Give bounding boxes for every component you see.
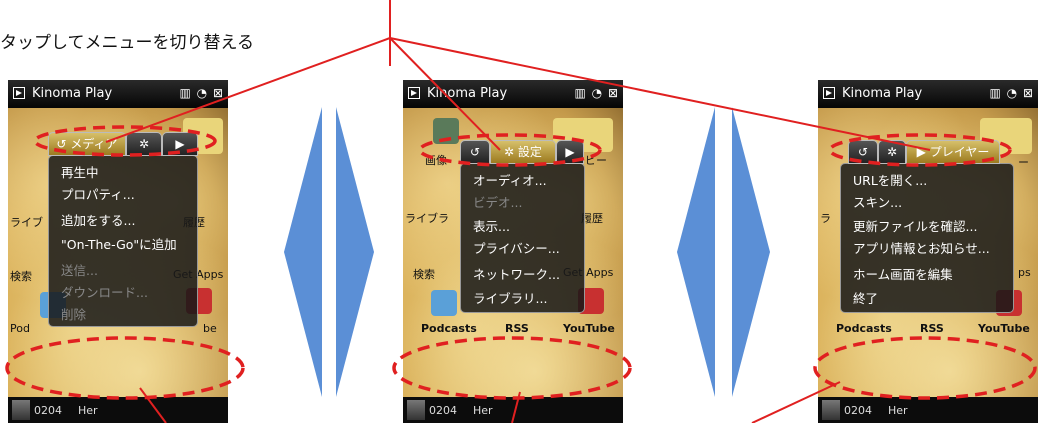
kinoma-logo-icon	[13, 87, 25, 99]
bg-label-youtube: YouTube	[978, 322, 1030, 335]
tab-settings[interactable]: ✲	[878, 140, 906, 164]
playback-time: 0204	[844, 404, 872, 417]
bg-label-podcasts: Podcasts	[836, 322, 892, 335]
player-icon: ▶	[565, 145, 575, 159]
song-title: Her	[888, 404, 908, 417]
menu-tabs: ↺ ✲ 設定 ▶	[460, 140, 585, 164]
bg-label-podcasts: Pod	[10, 322, 30, 335]
bg-label-getapps: ps	[1018, 266, 1031, 279]
song-title: Her	[473, 404, 493, 417]
album-art	[407, 400, 425, 420]
next-arrow-1-icon	[336, 107, 374, 397]
menu-item-properties[interactable]: プロパティ...	[61, 184, 135, 203]
menu-item-skin[interactable]: スキン...	[853, 192, 902, 211]
now-playing-bar[interactable]: 0204 Her	[818, 397, 1038, 423]
bg-label-youtube: YouTube	[563, 322, 615, 335]
player-menu: URLを開く... スキン... 更新ファイルを確認... アプリ情報とお知らせ…	[840, 163, 1014, 313]
title-bar: Kinoma Play ▥ ◔ ⊠	[403, 80, 623, 108]
menu-item-now-playing[interactable]: 再生中	[61, 162, 99, 181]
bg-label-movie: ビー	[585, 154, 607, 167]
gear-icon: ✲	[504, 145, 518, 159]
menu-item-add-on-the-go[interactable]: "On-The-Go"に追加	[61, 234, 177, 253]
status-indicators: ▥ ◔ ⊠	[179, 86, 224, 100]
bg-label-rss: RSS	[920, 322, 944, 335]
bg-label-rss: RSS	[505, 322, 529, 335]
phone-screen-media: Kinoma Play ▥ ◔ ⊠ ライブ 検索 履歴 Get Apps Pod…	[8, 80, 228, 423]
tab-settings[interactable]: ✲ 設定	[490, 140, 556, 164]
podcasts-tile-icon	[431, 290, 457, 316]
app-title: Kinoma Play	[427, 86, 508, 101]
menu-item-video: ビデオ...	[473, 195, 523, 210]
status-indicators: ▥ ◔ ⊠	[574, 86, 619, 100]
media-menu: 再生中 プロパティ... 追加をする... "On-The-Go"に追加 送信.…	[48, 155, 198, 327]
playback-time: 0204	[429, 404, 457, 417]
album-art	[12, 400, 30, 420]
menu-tabs: ↺ ✲ ▶ プレイヤー	[848, 140, 1018, 164]
phone-screen-settings: Kinoma Play ▥ ◔ ⊠ 画像 ビー ライブラ 履歴 検索 Get A…	[403, 80, 623, 423]
settings-menu: オーディオ... ビデオ... 表示... プライバシー... ネットワーク..…	[460, 163, 585, 313]
gear-icon: ✲	[138, 137, 150, 151]
bg-label-youtube: be	[203, 322, 217, 335]
bg-label-live: ライブ	[10, 216, 43, 229]
phone-screen-player: Kinoma Play ▥ ◔ ⊠ ー ラ ps Podcasts RSS Yo…	[818, 80, 1038, 423]
menu-item-app-info[interactable]: アプリ情報とお知らせ...	[853, 238, 990, 257]
menu-item-privacy[interactable]: プライバシー...	[473, 238, 560, 257]
bg-label-photo: 画像	[425, 154, 447, 167]
bg-label-library: ラ	[820, 212, 831, 225]
tab-player[interactable]: ▶	[162, 132, 198, 156]
menu-item-add[interactable]: 追加をする...	[61, 210, 135, 229]
tab-player[interactable]: ▶	[556, 140, 584, 164]
tab-media[interactable]: ↺	[848, 140, 878, 164]
prev-arrow-1-icon	[284, 107, 322, 397]
menu-item-display[interactable]: 表示...	[473, 216, 510, 235]
photo-tile-icon	[433, 118, 459, 144]
player-icon: ▶	[916, 145, 930, 159]
back-icon: ↺	[857, 145, 869, 159]
menu-item-send: 送信...	[61, 263, 98, 278]
menu-item-check-updates[interactable]: 更新ファイルを確認...	[853, 216, 977, 235]
tab-media[interactable]: ↺ メディア	[48, 132, 126, 156]
menu-item-delete: 削除	[61, 307, 87, 322]
song-title: Her	[78, 404, 98, 417]
bg-label-search: 検索	[413, 268, 435, 281]
playback-time: 0204	[34, 404, 62, 417]
prev-arrow-2-icon	[677, 107, 715, 397]
menu-item-download: ダウンロード...	[61, 285, 148, 300]
menu-item-exit[interactable]: 終了	[853, 288, 878, 307]
next-arrow-2-icon	[732, 107, 770, 397]
bg-label-search: 検索	[10, 270, 32, 283]
kinoma-logo-icon	[408, 87, 420, 99]
kinoma-logo-icon	[823, 87, 835, 99]
app-title: Kinoma Play	[32, 86, 113, 101]
menu-item-network[interactable]: ネットワーク...	[473, 264, 560, 283]
menu-item-audio[interactable]: オーディオ...	[473, 170, 547, 189]
player-icon: ▶	[175, 137, 185, 151]
tab-settings[interactable]: ✲	[126, 132, 162, 156]
back-icon: ↺	[469, 145, 481, 159]
now-playing-bar[interactable]: 0204 Her	[403, 397, 623, 423]
menu-item-edit-home[interactable]: ホーム画面を編集	[853, 264, 953, 283]
app-title: Kinoma Play	[842, 86, 923, 101]
caption: タップしてメニューを切り替える	[0, 33, 254, 53]
bg-label-movie: ー	[1018, 156, 1029, 169]
menu-tabs: ↺ メディア ✲ ▶	[48, 132, 208, 156]
back-icon: ↺	[56, 137, 71, 151]
album-art	[822, 400, 840, 420]
title-bar: Kinoma Play ▥ ◔ ⊠	[8, 80, 228, 108]
tab-media[interactable]: ↺	[460, 140, 490, 164]
bg-label-podcasts: Podcasts	[421, 322, 477, 335]
tab-player[interactable]: ▶ プレイヤー	[906, 140, 1000, 164]
menu-item-library[interactable]: ライブラリ...	[473, 288, 547, 307]
gear-icon: ✲	[886, 145, 898, 159]
bg-label-library: ライブラ	[405, 212, 449, 225]
menu-item-open-url[interactable]: URLを開く...	[853, 170, 927, 189]
status-indicators: ▥ ◔ ⊠	[989, 86, 1034, 100]
title-bar: Kinoma Play ▥ ◔ ⊠	[818, 80, 1038, 108]
now-playing-bar[interactable]: 0204 Her	[8, 397, 228, 423]
